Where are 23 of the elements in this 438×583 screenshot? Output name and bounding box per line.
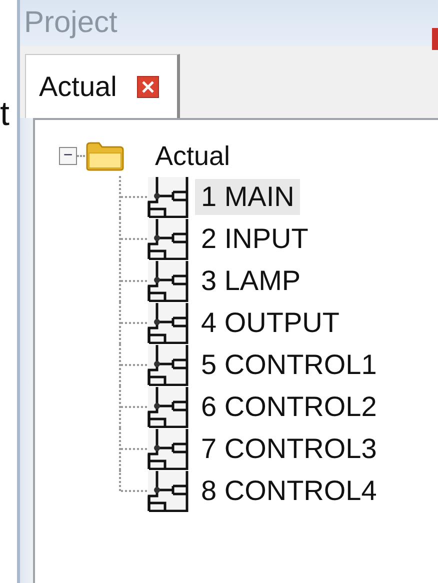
ladder-diagram-icon <box>147 470 189 512</box>
tab[interactable]: Actual <box>25 54 180 118</box>
panel-title: Project <box>24 5 118 41</box>
folder-icon <box>85 141 125 171</box>
cut-off-text: t <box>0 94 10 134</box>
tree-item[interactable]: Actual <box>155 140 230 172</box>
tree-item[interactable]: 5 CONTROL1 <box>195 347 383 383</box>
tree-item[interactable]: 8 CONTROL4 <box>195 473 383 509</box>
ladder-diagram-icon <box>147 302 189 344</box>
tree-item[interactable]: 1 MAIN <box>195 179 300 215</box>
ladder-diagram-icon <box>147 260 189 302</box>
ladder-diagram-icon <box>147 428 189 470</box>
tree-item[interactable]: 3 LAMP <box>195 263 307 299</box>
ladder-diagram-icon <box>147 218 189 260</box>
collapse-toggle[interactable]: − <box>59 147 77 165</box>
ladder-diagram-icon <box>147 386 189 428</box>
tree-item[interactable]: 6 CONTROL2 <box>195 389 383 425</box>
ladder-diagram-icon <box>147 344 189 386</box>
tree-item[interactable]: 7 CONTROL3 <box>195 431 383 467</box>
tree-item[interactable]: 4 OUTPUT <box>195 305 346 341</box>
close-icon[interactable] <box>136 76 159 98</box>
tree-item[interactable]: 2 INPUT <box>195 221 314 257</box>
ladder-diagram-icon <box>147 176 189 218</box>
